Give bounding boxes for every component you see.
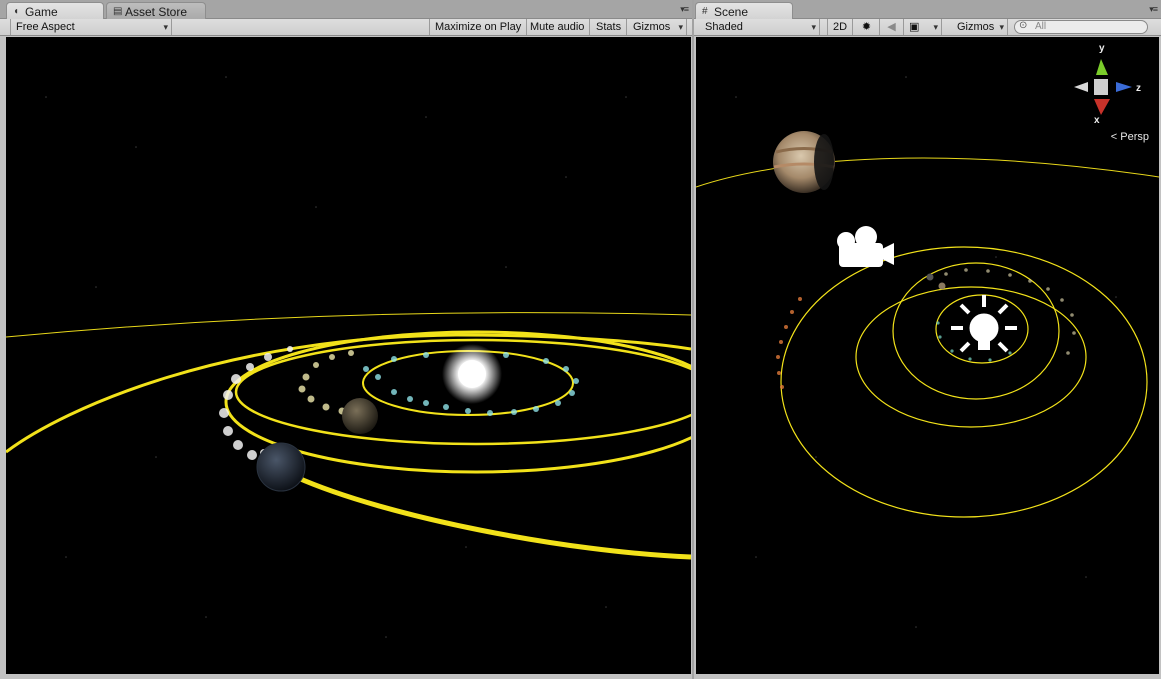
game-toolbar: Free Aspect Maximize on Play Mute audio … [0,19,692,36]
tab-scene-label: Scene [714,5,749,19]
shading-dropdown[interactable]: Shaded [700,19,820,35]
planet-icon [773,131,835,193]
image-icon[interactable]: ▣ [904,19,942,35]
persp-icon: < [1110,131,1118,143]
shading-label: Shaded [705,21,743,33]
search-icon: ⊙ [1019,20,1028,31]
gizmo-z-label: z [1136,83,1141,94]
toggle-2d-button[interactable]: 2D [827,19,854,35]
gizmo-x-label: x [1094,115,1100,126]
scene-tabbar: # Scene ▾≡ [694,0,1161,20]
tab-menu-icon[interactable]: ▾≡ [680,4,689,15]
projection-label: Persp [1120,131,1149,143]
grid-icon: # [702,6,708,17]
tab-scene[interactable]: # Scene [695,2,793,20]
tab-game-label: Game [25,5,58,19]
search-placeholder: All [1035,21,1047,32]
tab-asset-store[interactable]: ▤ Asset Store [106,2,206,19]
stats-button[interactable]: Stats [591,19,628,35]
pacman-icon: ◖ [13,6,20,17]
maximize-on-play-button[interactable]: Maximize on Play [429,19,528,35]
scene-render [696,37,1159,674]
mute-audio-button[interactable]: Mute audio [525,19,591,35]
game-panel: ◖ Game ▤ Asset Store ▾≡ Free Aspect Maxi… [0,0,692,679]
sun-icon[interactable]: ✹ [854,19,880,35]
planet-earth [256,442,306,492]
tab-asset-store-label: Asset Store [125,5,188,19]
projection-toggle[interactable]: < Persp [1111,131,1149,143]
game-tabbar: ◖ Game ▤ Asset Store ▾≡ [0,0,692,20]
aspect-dropdown[interactable]: Free Aspect [10,19,172,35]
store-icon: ▤ [113,6,123,17]
scene-gizmos-label: Gizmos [957,21,995,33]
scene-toolbar: Shaded 2D ✹ ◀ ▣ Gizmos ⊙ All [694,19,1161,36]
scene-gizmos-button[interactable]: Gizmos [952,19,1008,35]
search-input[interactable]: ⊙ All [1014,20,1148,34]
scene-panel: # Scene ▾≡ Shaded 2D ✹ ◀ ▣ Gizmos ⊙ All [694,0,1161,679]
speaker-icon[interactable]: ◀ [880,19,904,35]
gizmo-y-label: y [1099,43,1105,54]
game-viewport[interactable] [6,37,691,674]
scene-viewport[interactable]: y z x < Persp [696,37,1159,674]
scene-tab-menu-icon[interactable]: ▾≡ [1149,4,1158,15]
game-render [6,37,691,674]
tab-game[interactable]: ◖ Game [6,2,104,20]
planet-venus [342,398,378,434]
aspect-label: Free Aspect [16,21,75,33]
gizmos-button[interactable]: Gizmos [628,19,687,35]
gizmos-label: Gizmos [633,21,671,33]
